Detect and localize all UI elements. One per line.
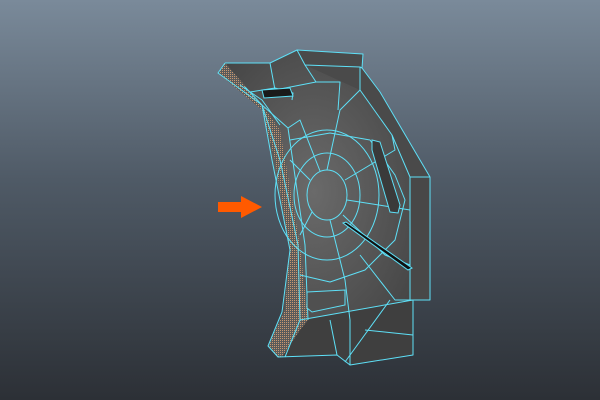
3d-viewport[interactable] [0, 0, 600, 400]
top-slot [261, 87, 294, 99]
arrow-right-icon [218, 196, 262, 218]
mesh-side-panel [410, 177, 430, 300]
mesh-scene[interactable] [0, 0, 600, 400]
